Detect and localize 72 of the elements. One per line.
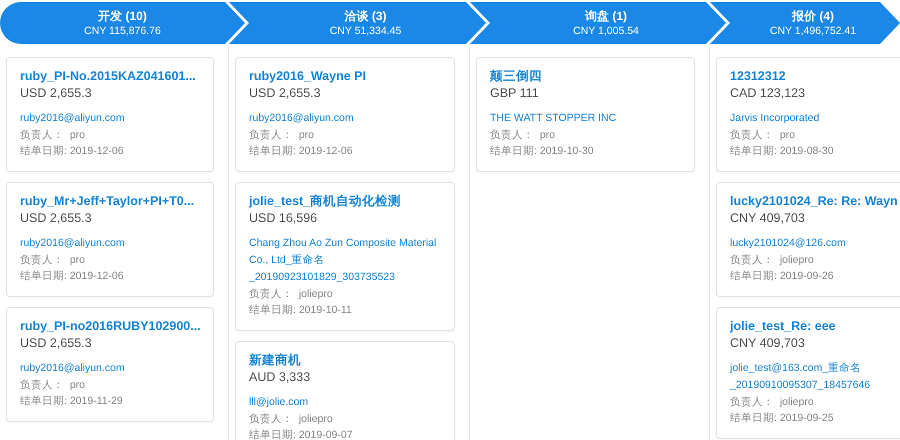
stage-total: CNY 1,005.54: [573, 24, 639, 38]
deal-card[interactable]: ruby2016_Wayne PI USD 2,655.3 ruby2016@aliyun.com 负责人： pro 结单日期: 2019-12-06: [235, 57, 455, 172]
close-date-text: 结单日期: 2019-11-29: [20, 394, 124, 409]
contact-link[interactable]: ruby2016@aliyun.com: [249, 110, 442, 127]
owner-text: 负责人： joliepro: [730, 253, 815, 268]
contact-link[interactable]: Jarvis Incorporated: [730, 110, 900, 127]
owner-text: 负责人： pro: [20, 378, 86, 393]
deal-title[interactable]: jolie_test_Re: eee: [730, 318, 900, 335]
stage-title: 开发 (10): [98, 8, 147, 24]
deal-title[interactable]: jolie_test_商机自动化检测: [249, 193, 442, 210]
pipeline-stage[interactable]: 开发 (10) CNY 115,876.76: [0, 2, 245, 44]
owner-text: 负责人： joliepro: [249, 412, 334, 427]
close-date-text: 结单日期: 2019-09-07: [249, 428, 354, 440]
deal-card[interactable]: lucky2101024_Re: Re: Wayn CNY 409,703 lucky2101024@126.com 负责人： joliepro 结单日期: 2019-09-26: [716, 182, 900, 297]
deal-card[interactable]: jolie_test_商机自动化检测 USD 16,596 Chang Zhou Ao Zun Composite Material Co., Ltd_重命名 _20190923101829_303735523 负责人： joliepro 结单日期: 2019-10-11: [235, 182, 455, 331]
deal-amount: CNY 409,703: [730, 210, 806, 227]
deal-amount: USD 16,596: [249, 210, 318, 227]
contact-link[interactable]: ruby2016@aliyun.com: [20, 235, 201, 252]
owner-text: 负责人： joliepro: [730, 395, 815, 410]
close-date-text: 结单日期: 2019-10-30: [490, 144, 595, 159]
deal-card[interactable]: ruby_PI-No.2015KAZ041601... USD 2,655.3 ruby2016@aliyun.com 负责人： pro 结单日期: 2019-12-06: [6, 57, 214, 172]
stage-title: 报价 (4): [792, 8, 834, 24]
owner-text: 负责人： pro: [490, 128, 556, 143]
deal-title[interactable]: 12312312: [730, 68, 900, 85]
owner-text: 负责人： joliepro: [249, 287, 334, 302]
close-date-text: 结单日期: 2019-12-06: [20, 144, 125, 159]
deal-card[interactable]: jolie_test_Re: eee CNY 409,703 jolie_test@163.com_重命名 _20190910095307_18457646 负责人： joliepro 结单日期: 2019-09-25: [716, 307, 900, 439]
deal-card[interactable]: ruby_PI-no2016RUBY102900... USD 2,655.3 ruby2016@aliyun.com 负责人： pro 结单日期: 2019-11-29: [6, 307, 214, 422]
deal-amount: CAD 123,123: [730, 85, 806, 102]
deal-amount: USD 2,655.3: [20, 85, 93, 102]
contact-link[interactable]: jolie_test@163.com_重命名 _20190910095307_18457646: [730, 360, 900, 394]
owner-text: 负责人： pro: [20, 128, 86, 143]
stage-total: CNY 115,876.76: [84, 24, 161, 38]
stage-title: 洽谈 (3): [344, 8, 386, 24]
deal-title[interactable]: 新建商机: [249, 352, 442, 369]
deal-title[interactable]: ruby_PI-no2016RUBY102900...: [20, 318, 201, 335]
deal-amount: USD 2,655.3: [20, 335, 93, 352]
deal-title[interactable]: lucky2101024_Re: Re: Wayn: [730, 193, 900, 210]
pipeline-stage[interactable]: 询盘 (1) CNY 1,005.54: [470, 2, 726, 44]
pipeline-stage[interactable]: 洽谈 (3) CNY 51,334.45: [229, 2, 486, 44]
close-date-text: 结单日期: 2019-08-30: [730, 144, 835, 159]
deal-amount: AUD 3,333: [249, 369, 312, 386]
owner-text: 负责人： pro: [249, 128, 316, 143]
owner-text: 负责人： pro: [730, 128, 796, 143]
deal-amount: CNY 409,703: [730, 335, 806, 352]
contact-link[interactable]: ruby2016@aliyun.com: [20, 360, 201, 377]
deal-title[interactable]: ruby_PI-No.2015KAZ041601...: [20, 68, 201, 85]
contact-link[interactable]: lucky2101024@126.com: [730, 235, 900, 252]
owner-text: 负责人： pro: [20, 253, 86, 268]
stage-title: 询盘 (1): [585, 8, 627, 24]
deal-card[interactable]: 新建商机 AUD 3,333 lll@jolie.com 负责人： joliepro 结单日期: 2019-09-07: [235, 341, 455, 440]
deal-title[interactable]: ruby_Mr+Jeff+Taylor+PI+T0...: [20, 193, 201, 210]
deal-card[interactable]: ruby_Mr+Jeff+Taylor+PI+T0... USD 2,655.3 ruby2016@aliyun.com 负责人： pro 结单日期: 2019-12-06: [6, 182, 214, 297]
contact-link[interactable]: ruby2016@aliyun.com: [20, 110, 201, 127]
pipeline-stage[interactable]: 报价 (4) CNY 1,496,752.41: [710, 2, 900, 44]
deal-amount: USD 2,655.3: [249, 85, 322, 102]
contact-link[interactable]: lll@jolie.com: [249, 394, 442, 411]
deal-card[interactable]: 颠三倒四 GBP 111 THE WATT STOPPER INC 负责人： pro 结单日期: 2019-10-30: [476, 57, 695, 172]
close-date-text: 结单日期: 2019-09-26: [730, 269, 835, 284]
deal-amount: GBP 111: [490, 85, 540, 102]
deal-title[interactable]: 颠三倒四: [490, 68, 682, 85]
contact-link[interactable]: Chang Zhou Ao Zun Composite Material Co., Ltd_重命名 _20190923101829_303735523: [249, 235, 442, 286]
close-date-text: 结单日期: 2019-10-11: [249, 303, 353, 318]
deal-amount: USD 2,655.3: [20, 210, 93, 227]
close-date-text: 结单日期: 2019-12-06: [20, 269, 125, 284]
close-date-text: 结单日期: 2019-09-25: [730, 411, 835, 426]
deal-card[interactable]: 12312312 CAD 123,123 Jarvis Incorporated 负责人： pro 结单日期: 2019-08-30: [716, 57, 900, 172]
deal-title[interactable]: ruby2016_Wayne PI: [249, 68, 442, 85]
close-date-text: 结单日期: 2019-12-06: [249, 144, 354, 159]
stage-total: CNY 51,334.45: [330, 24, 402, 38]
stage-total: CNY 1,496,752.41: [770, 24, 856, 38]
contact-link[interactable]: THE WATT STOPPER INC: [490, 110, 682, 127]
